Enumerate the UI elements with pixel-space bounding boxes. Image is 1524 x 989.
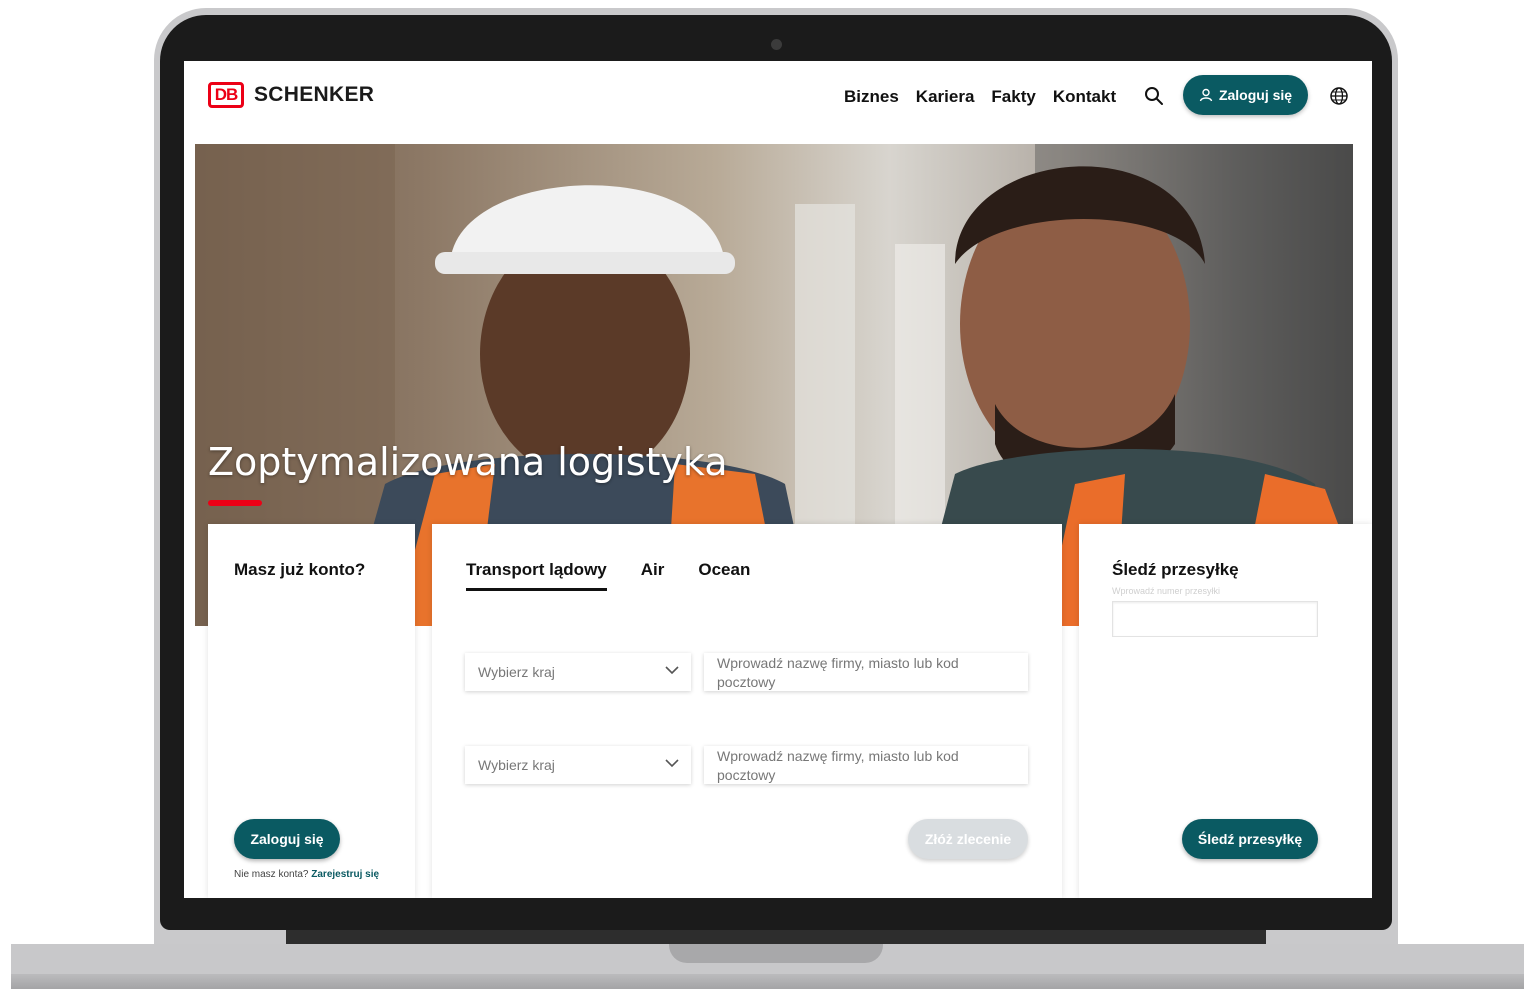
search-icon[interactable] [1144, 86, 1164, 106]
track-heading: Śledź przesyłkę [1112, 560, 1239, 579]
logo-text: SCHENKER [254, 83, 375, 106]
transport-card: Transport lądowy Air Ocean Wybierz kraj … [432, 524, 1062, 898]
track-input-hint: Wprowadź numer przesyłki [1112, 586, 1221, 596]
destination-address-placeholder: Wprowadź nazwę firmy, miasto lub kod poc… [717, 748, 959, 783]
transport-tabs: Transport lądowy Air Ocean [466, 560, 750, 591]
origin-address-placeholder: Wprowadź nazwę firmy, miasto lub kod poc… [717, 655, 959, 690]
register-link[interactable]: Zarejestruj się [311, 869, 379, 880]
camera [771, 39, 782, 50]
origin-address-input[interactable]: Wprowadź nazwę firmy, miasto lub kod poc… [704, 653, 1028, 691]
main-nav: Biznes Kariera Fakty Kontakt [844, 87, 1116, 107]
laptop-base-notch [669, 944, 883, 963]
globe-icon[interactable] [1329, 86, 1349, 106]
tab-air[interactable]: Air [641, 560, 665, 591]
db-logo-mark: DB [208, 82, 244, 108]
hero-title: Zoptymalizowana logistyka [208, 440, 728, 484]
chevron-down-icon [665, 666, 679, 675]
track-card: Śledź przesyłkę Wprowadź numer przesyłki… [1079, 524, 1372, 898]
account-card: Masz już konto? Zaloguj się Nie masz kon… [208, 524, 415, 898]
login-button-label: Zaloguj się [250, 831, 324, 847]
user-icon [1199, 88, 1213, 102]
site-header: DB SCHENKER Biznes Kariera Fakty Kontakt… [184, 61, 1372, 144]
destination-address-input[interactable]: Wprowadź nazwę firmy, miasto lub kod poc… [704, 746, 1028, 784]
account-heading: Masz już konto? [234, 560, 366, 579]
tracking-number-input[interactable] [1112, 601, 1318, 637]
login-button[interactable]: Zaloguj się [234, 819, 340, 859]
header-login-button[interactable]: Zaloguj się [1183, 75, 1308, 115]
tab-transport-ladowy[interactable]: Transport lądowy [466, 560, 607, 591]
no-account-text: Nie masz konta? [234, 869, 309, 880]
nav-item-kontakt[interactable]: Kontakt [1053, 87, 1116, 107]
db-schenker-logo[interactable]: DB SCHENKER [208, 82, 374, 108]
register-note: Nie masz konta? Zarejestruj się [234, 869, 379, 880]
chevron-down-icon [665, 759, 679, 768]
header-login-label: Zaloguj się [1218, 87, 1293, 103]
tab-ocean[interactable]: Ocean [698, 560, 750, 591]
track-button[interactable]: Śledź przesyłkę [1182, 819, 1318, 859]
track-button-label: Śledź przesyłkę [1197, 831, 1303, 847]
submit-order-label: Złóż zlecenie [924, 831, 1012, 847]
destination-country-select[interactable]: Wybierz kraj [465, 746, 691, 784]
hero-accent-line [208, 500, 262, 506]
nav-item-kariera[interactable]: Kariera [916, 87, 975, 107]
nav-item-biznes[interactable]: Biznes [844, 87, 899, 107]
origin-country-placeholder: Wybierz kraj [478, 664, 555, 680]
origin-country-select[interactable]: Wybierz kraj [465, 653, 691, 691]
destination-country-placeholder: Wybierz kraj [478, 757, 555, 773]
submit-order-button[interactable]: Złóż zlecenie [908, 819, 1028, 859]
screen: DB SCHENKER Biznes Kariera Fakty Kontakt… [184, 61, 1372, 898]
laptop-hinge [286, 930, 1266, 944]
nav-item-fakty[interactable]: Fakty [991, 87, 1035, 107]
